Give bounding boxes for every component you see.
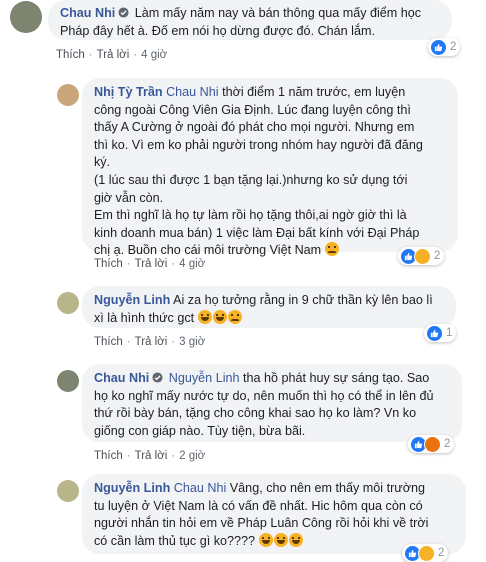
reaction-count: 2 xyxy=(434,250,441,262)
like-link[interactable]: Thích xyxy=(94,258,123,270)
avatar[interactable] xyxy=(57,370,79,392)
avatar[interactable] xyxy=(57,480,79,502)
reaction-count: 2 xyxy=(438,547,445,559)
comment-bubble: Chau Nhi Nguyễn Linh tha hồ phát huy sự … xyxy=(82,364,462,442)
comment-text: giống con giáp nào. Tùy tiện, bừa bãi. xyxy=(94,423,306,438)
comment-bubble: Nguyễn Linh Chau Nhi Vâng, cho nên em th… xyxy=(82,474,466,554)
comment-text: Vâng, cho nên em thấy môi trường xyxy=(226,481,425,495)
like-link[interactable]: Thích xyxy=(94,336,123,348)
reply-link[interactable]: Trả lời xyxy=(135,336,168,348)
author-name[interactable]: Nhị Tỳ Trần xyxy=(94,85,163,99)
like-link[interactable]: Thích xyxy=(94,450,123,462)
timestamp[interactable]: 4 giờ xyxy=(141,49,167,61)
timestamp[interactable]: 4 giờ xyxy=(179,258,205,270)
mention-link[interactable]: Nguyễn Linh xyxy=(169,371,240,385)
comment-text: người nhắn tin hỏi em về Pháp Luân Công … xyxy=(94,516,429,531)
verified-icon xyxy=(152,372,163,383)
verified-icon xyxy=(118,7,129,18)
comment-bubble: Nhị Tỳ Trần Chau Nhi thời điểm 1 năm trư… xyxy=(82,78,458,257)
comment-text: giờ vẫn còn. xyxy=(94,190,164,205)
comment-text: tu luyện ở Việt Nam là có vấn đề nhất. H… xyxy=(94,498,423,513)
comment-text: thứ rồi bày bán, tặng cho công khai sao … xyxy=(94,406,417,421)
comment-text: Làm mấy năm nay và bán thông qua mấy điể… xyxy=(134,6,422,20)
avatar[interactable] xyxy=(57,84,79,106)
comment-actions: Thích · Trả lời · 2 giờ xyxy=(94,450,206,462)
reaction-count: 1 xyxy=(446,327,453,339)
author-name[interactable]: Chau Nhi xyxy=(60,6,115,20)
like-reaction-icon xyxy=(426,324,443,342)
angry-reaction-icon xyxy=(424,435,441,453)
reaction-summary[interactable]: 2 xyxy=(398,247,445,265)
reaction-summary[interactable]: 2 xyxy=(402,544,449,562)
reaction-count: 2 xyxy=(444,438,451,450)
comment-text: Em thì nghĩ là họ tự làm rồi họ tặng thô… xyxy=(94,208,407,223)
laughing-emoji-icon xyxy=(288,532,303,547)
mention-link[interactable]: Chau Nhi xyxy=(174,481,227,495)
reaction-summary[interactable]: 2 xyxy=(408,435,455,453)
comment-text: Ai za họ tưởng rằng in 9 chữ thần kỳ lên… xyxy=(170,293,433,307)
avatar[interactable] xyxy=(10,1,42,33)
avatar[interactable] xyxy=(57,292,79,314)
laughing-emoji-icon xyxy=(212,309,227,324)
timestamp[interactable]: 2 giờ xyxy=(179,450,205,462)
laughing-emoji-icon xyxy=(197,309,212,324)
author-name[interactable]: Nguyễn Linh xyxy=(94,293,170,307)
like-reaction-icon xyxy=(430,38,447,56)
comment-text: tha hồ phát huy sự sáng tạo. Sao xyxy=(239,371,430,385)
comment-text: công ngoài Công Viên Gia Định. Lúc đang … xyxy=(94,102,411,117)
comment-text: kinh doanh mua bán) 1 việc làm Đại bất k… xyxy=(94,225,420,240)
comment-text: thấy A Cường ở ngoài đó phát cho mọi ngư… xyxy=(94,120,415,135)
reaction-summary[interactable]: 2 xyxy=(428,38,461,56)
laughing-emoji-icon xyxy=(273,532,288,547)
comment-text: thì ko. Vì em ko phải người trong nhóm h… xyxy=(94,137,423,152)
comment-actions: Thích · Trả lời · 3 giờ xyxy=(94,336,206,348)
comment-text: Pháp đây hết à. Đố em nói họ dừng được đ… xyxy=(60,23,375,38)
comment-actions: Thích · Trả lời · 4 giờ xyxy=(94,258,206,270)
reply-link[interactable]: Trả lời xyxy=(135,258,168,270)
laughing-emoji-icon xyxy=(258,532,273,547)
comment-text: chị ạ. Buồn cho cái môi trường Việt Nam xyxy=(94,243,322,258)
timestamp[interactable]: 3 giờ xyxy=(179,336,205,348)
author-name[interactable]: Chau Nhi xyxy=(94,371,149,385)
comment-text: thời điểm 1 năm trước, em luyện xyxy=(218,85,406,99)
reaction-count: 2 xyxy=(450,41,457,53)
like-link[interactable]: Thích xyxy=(56,49,85,61)
sad-emoji-icon xyxy=(227,309,242,324)
comment-text: (1 lúc sau thì được 1 bạn tặng lại.)nhưn… xyxy=(94,172,408,187)
author-name[interactable]: Nguyễn Linh xyxy=(94,481,170,495)
comment-text: xì là hình thức gct xyxy=(94,310,195,325)
sad-emoji-icon xyxy=(324,242,339,257)
comment-text: ký. xyxy=(94,155,111,170)
reply-link[interactable]: Trả lời xyxy=(135,450,168,462)
reaction-summary[interactable]: 1 xyxy=(424,324,457,342)
comment-bubble: Nguyễn Linh Ai za họ tưởng rằng in 9 chữ… xyxy=(82,286,456,328)
mention-link[interactable]: Chau Nhi xyxy=(166,85,219,99)
sad-reaction-icon xyxy=(414,247,431,265)
comment-actions: Thích · Trả lời · 4 giờ xyxy=(56,49,168,61)
haha-reaction-icon xyxy=(418,544,435,562)
comment-bubble: Chau Nhi Làm mấy năm nay và bán thông qu… xyxy=(48,0,452,40)
reply-link[interactable]: Trả lời xyxy=(97,49,130,61)
comment-text: có cần làm thủ tục gì ko???? xyxy=(94,533,256,548)
comment-text: họ ko nghĩ mấy nước tự do, nên muốn thì … xyxy=(94,388,434,403)
